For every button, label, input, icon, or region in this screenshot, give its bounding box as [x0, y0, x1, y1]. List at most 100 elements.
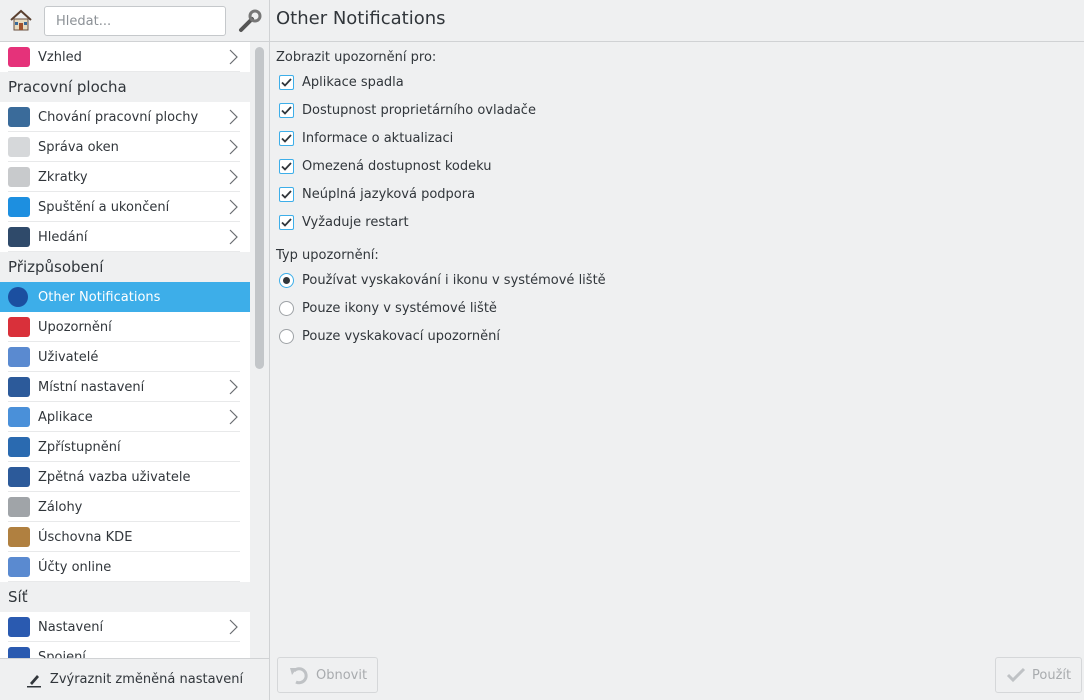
sidebar-item[interactable]: Chování pracovní plochy [0, 102, 250, 132]
radio-row[interactable]: Používat vyskakování i ikonu v systémové… [276, 266, 606, 294]
checkbox[interactable] [279, 74, 294, 90]
configure-icon[interactable] [237, 8, 263, 34]
settings-content: Zobrazit upozornění pro: Aplikace spadla… [276, 48, 606, 350]
sidebar-section: Síť [0, 582, 250, 612]
chevron-right-icon [229, 139, 238, 155]
check-icon [281, 161, 292, 171]
chevron-right-icon [229, 199, 238, 215]
sidebar-item[interactable]: Upozornění [0, 312, 250, 342]
sidebar-item[interactable]: Zkratky [0, 162, 250, 192]
connections-icon [8, 647, 30, 658]
sidebar-item[interactable]: Zpřístupnění [0, 432, 250, 462]
reset-button[interactable]: Obnovit [277, 657, 379, 693]
network-settings-icon [8, 617, 30, 637]
page-title: Other Notifications [276, 8, 446, 29]
sidebar-item[interactable]: Other Notifications [0, 282, 250, 312]
feedback-icon [8, 467, 30, 487]
highlight-changes-label: Zvýraznit změněná nastavení [49, 672, 244, 687]
checkbox-label: Dostupnost proprietárního ovladače [302, 102, 536, 118]
checkbox-row[interactable]: Dostupnost proprietárního ovladače [276, 96, 606, 124]
radio-button[interactable] [279, 272, 294, 288]
sidebar-item-label: Spojení [38, 649, 86, 659]
binoculars-icon [8, 227, 30, 247]
header: Other Notifications [0, 0, 1084, 42]
sidebar-item-label: Hledání [38, 229, 88, 245]
checkbox-row[interactable]: Informace o aktualizaci [276, 124, 606, 152]
sidebar-item-label: Místní nastavení [38, 379, 145, 395]
highlighter-icon [26, 674, 41, 687]
sidebar-item[interactable]: Zpětná vazba uživatele [0, 462, 250, 492]
sidebar-item[interactable]: Zálohy [0, 492, 250, 522]
checkbox[interactable] [279, 158, 294, 174]
chevron-right-icon [229, 229, 238, 245]
sidebar-item-label: Upozornění [38, 319, 112, 335]
window-management-icon [8, 137, 30, 157]
undo-icon [290, 667, 308, 685]
sidebar-item[interactable]: Nastavení [0, 612, 250, 642]
sidebar-item[interactable]: Místní nastavení [0, 372, 250, 402]
check-icon [281, 105, 292, 115]
show-for-label: Zobrazit upozornění pro: [276, 50, 437, 65]
applications-icon [8, 407, 30, 427]
checkbox-label: Aplikace spadla [302, 74, 404, 90]
sidebar-item[interactable]: Správa oken [0, 132, 250, 162]
sidebar-item[interactable]: Účty online [0, 552, 250, 582]
desktop-behavior-icon [8, 107, 30, 127]
sidebar-item-label: Vzhled [38, 49, 82, 65]
apply-button[interactable]: Použít [995, 657, 1083, 693]
sidebar-item-label: Zpřístupnění [38, 439, 121, 455]
checkbox[interactable] [279, 214, 294, 230]
chevron-right-icon [229, 109, 238, 125]
info-notification-icon [8, 287, 28, 307]
sidebar-section: Přizpůsobení [0, 252, 250, 282]
check-icon [281, 77, 292, 87]
sidebar-item[interactable]: Spuštění a ukončení [0, 192, 250, 222]
scrollbar-thumb[interactable] [255, 47, 264, 369]
radio-row[interactable]: Pouze ikony v systémové liště [276, 294, 606, 322]
checkbox-label: Vyžaduje restart [302, 214, 409, 230]
notification-type-label: Typ upozornění: [276, 248, 379, 263]
chevron-right-icon [229, 619, 238, 635]
sidebar-item-label: Other Notifications [38, 289, 161, 305]
sidebar-item[interactable]: Aplikace [0, 402, 250, 432]
apply-label: Použít [1032, 667, 1072, 683]
checkbox[interactable] [279, 130, 294, 146]
divider [269, 0, 270, 700]
sidebar-item[interactable]: Vzhled [0, 42, 250, 72]
sidebar-item[interactable]: Hledání [0, 222, 250, 252]
chevron-right-icon [229, 49, 238, 65]
search-input[interactable] [44, 6, 226, 36]
accessibility-icon [8, 437, 30, 457]
chevron-right-icon [229, 379, 238, 395]
checkbox-row[interactable]: Aplikace spadla [276, 68, 606, 96]
startup-shutdown-icon [8, 197, 30, 217]
radio-button[interactable] [279, 328, 294, 344]
checkbox[interactable] [279, 102, 294, 118]
checkbox-row[interactable]: Vyžaduje restart [276, 208, 606, 236]
radio-row[interactable]: Pouze vyskakovací upozornění [276, 322, 606, 350]
vault-icon [8, 527, 30, 547]
sidebar-item-label: Uživatelé [38, 349, 99, 365]
sidebar-item-label: Zálohy [38, 499, 83, 515]
sidebar-item[interactable]: Uživatelé [0, 342, 250, 372]
check-icon [281, 217, 292, 227]
sidebar-item[interactable]: Úschovna KDE [0, 522, 250, 552]
backup-icon [8, 497, 30, 517]
radio-label: Pouze ikony v systémové liště [302, 300, 497, 316]
checkbox[interactable] [279, 186, 294, 202]
chevron-right-icon [229, 169, 238, 185]
sidebar-section: Pracovní plocha [0, 72, 250, 102]
radio-label: Používat vyskakování i ikonu v systémové… [302, 272, 606, 288]
sidebar-item-label: Zpětná vazba uživatele [38, 469, 191, 485]
highlight-changes-button[interactable]: Zvýraznit změněná nastavení [0, 658, 269, 700]
sidebar-item[interactable]: Spojení [0, 642, 250, 658]
radio-button[interactable] [279, 300, 294, 316]
checkbox-row[interactable]: Neúplná jazyková podpora [276, 180, 606, 208]
shortcuts-icon [8, 167, 30, 187]
online-accounts-icon [8, 557, 30, 577]
users-icon [8, 347, 30, 367]
checkbox-row[interactable]: Omezená dostupnost kodeku [276, 152, 606, 180]
checkbox-label: Neúplná jazyková podpora [302, 186, 476, 202]
check-icon [281, 133, 292, 143]
home-icon[interactable] [9, 8, 33, 32]
